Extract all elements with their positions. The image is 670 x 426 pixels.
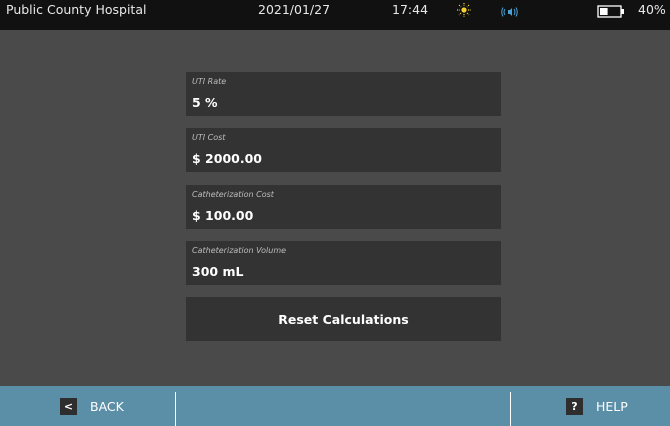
- back-button[interactable]: < BACK: [60, 397, 124, 415]
- catheterization-volume-value: 300 mL: [192, 264, 244, 279]
- help-icon: ?: [566, 397, 583, 415]
- chevron-left-icon: <: [60, 397, 77, 415]
- uti-cost-value: $ 2000.00: [192, 151, 262, 166]
- facility-name: Public County Hospital: [6, 2, 147, 17]
- status-time: 17:44: [392, 2, 429, 17]
- uti-rate-label: UTI Rate: [192, 77, 227, 86]
- bottom-bar: < BACK ? HELP: [0, 386, 670, 426]
- uti-cost-field[interactable]: UTI Cost $ 2000.00: [186, 128, 501, 172]
- battery-percent: 40%: [638, 2, 666, 17]
- uti-rate-value: 5 %: [192, 95, 218, 110]
- status-date: 2021/01/27: [258, 2, 331, 17]
- battery-icon: [597, 4, 625, 18]
- catheterization-volume-label: Catheterization Volume: [192, 246, 287, 255]
- help-label: HELP: [596, 398, 628, 414]
- catheterization-cost-field[interactable]: Catheterization Cost $ 100.00: [186, 185, 501, 229]
- volume-icon: [500, 4, 522, 17]
- brightness-icon: [457, 3, 471, 17]
- help-button[interactable]: ? HELP: [566, 397, 628, 415]
- catheterization-cost-value: $ 100.00: [192, 208, 254, 223]
- divider-right: [510, 392, 511, 426]
- back-label: BACK: [90, 398, 124, 414]
- uti-rate-field[interactable]: UTI Rate 5 %: [186, 72, 501, 116]
- catheterization-volume-field[interactable]: Catheterization Volume 300 mL: [186, 241, 501, 285]
- divider-left: [175, 392, 176, 426]
- status-bar: Public County Hospital 2021/01/27 17:44: [0, 0, 670, 30]
- uti-cost-label: UTI Cost: [192, 133, 226, 142]
- reset-calculations-button[interactable]: Reset Calculations: [186, 297, 501, 341]
- catheterization-cost-label: Catheterization Cost: [192, 190, 274, 199]
